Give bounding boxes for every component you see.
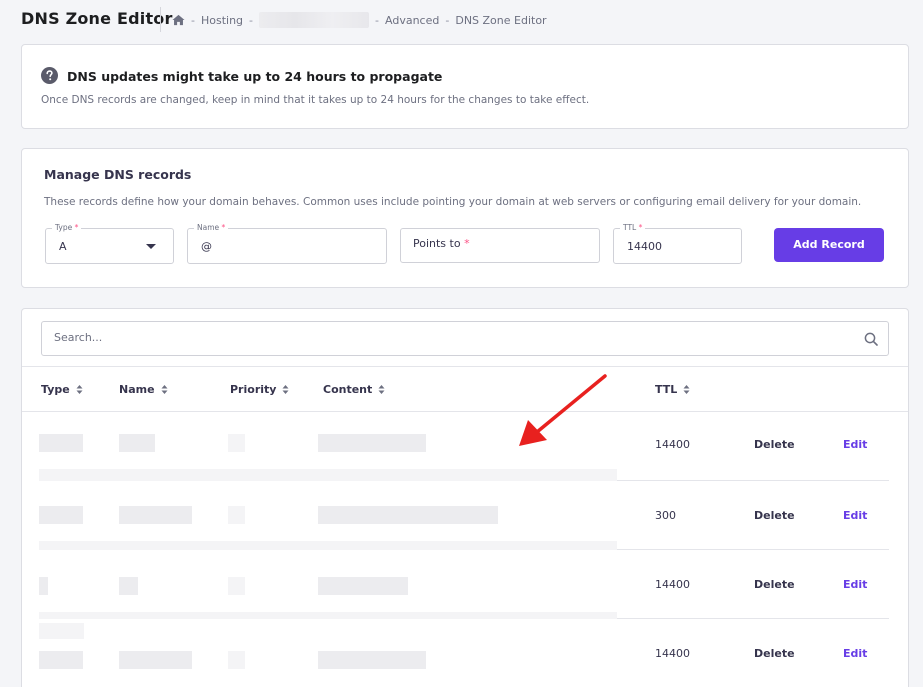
redacted-content-cell xyxy=(318,506,498,524)
redacted-row-extra xyxy=(39,469,617,481)
column-header-priority[interactable]: Priority xyxy=(230,383,289,396)
search-box[interactable] xyxy=(41,321,889,356)
column-header-type[interactable]: Type xyxy=(41,383,83,396)
notice-title: DNS updates might take up to 24 hours to… xyxy=(67,69,443,84)
breadcrumb-separator: - xyxy=(249,13,254,27)
column-header-ttl[interactable]: TTL xyxy=(655,383,690,396)
redacted-content-cell xyxy=(318,434,426,452)
edit-button[interactable]: Edit xyxy=(843,438,867,451)
redacted-name-cell xyxy=(119,577,138,595)
delete-button[interactable]: Delete xyxy=(754,438,795,451)
table-row: 14400 Delete Edit xyxy=(22,550,908,619)
redacted-content-cell xyxy=(318,577,408,595)
manage-title: Manage DNS records xyxy=(44,167,192,182)
redacted-row-extra xyxy=(39,541,617,550)
ttl-field[interactable]: TTL * 14400 xyxy=(613,223,742,264)
redacted-name-cell xyxy=(119,651,192,669)
type-label: Type * xyxy=(52,223,82,232)
redacted-row-extra xyxy=(39,612,617,619)
points-to-field[interactable]: Points to * xyxy=(400,228,600,263)
points-to-placeholder: Points to * xyxy=(413,237,470,250)
add-record-button[interactable]: Add Record xyxy=(774,228,884,262)
breadcrumb-separator: - xyxy=(191,13,195,27)
redacted-name-cell xyxy=(119,506,192,524)
notice-text: Once DNS records are changed, keep in mi… xyxy=(41,94,590,106)
breadcrumb-domain-redacted[interactable] xyxy=(259,12,370,28)
ttl-cell: 14400 xyxy=(655,647,690,660)
search-input[interactable] xyxy=(54,331,834,344)
name-value: @ xyxy=(201,240,212,253)
sort-icon xyxy=(683,385,690,394)
redacted-priority-cell xyxy=(228,506,245,524)
type-value: A xyxy=(59,240,67,253)
question-circle-icon xyxy=(41,67,58,84)
search-icon[interactable] xyxy=(864,332,878,346)
type-select[interactable]: Type * A xyxy=(45,223,174,264)
breadcrumb-dns-zone-editor: DNS Zone Editor xyxy=(455,13,547,27)
manage-dns-records-card: Manage DNS records These records define … xyxy=(21,148,909,288)
breadcrumb-hosting[interactable]: Hosting xyxy=(201,14,243,27)
redacted-type-cell xyxy=(39,434,83,452)
edit-button[interactable]: Edit xyxy=(843,647,867,660)
ttl-cell: 300 xyxy=(655,509,676,522)
page-title: DNS Zone Editor xyxy=(21,9,173,28)
home-icon[interactable] xyxy=(172,14,185,26)
breadcrumb: - Hosting - - Advanced - DNS Zone Editor xyxy=(172,12,547,28)
column-header-name[interactable]: Name xyxy=(119,383,168,396)
name-label: Name * xyxy=(194,223,229,232)
redacted-row-extra xyxy=(39,623,84,639)
breadcrumb-separator: - xyxy=(375,13,380,27)
redacted-type-cell xyxy=(39,651,83,669)
ttl-cell: 14400 xyxy=(655,578,690,591)
dns-records-table-card: Type Name Priority Content TTL 14400 Del… xyxy=(21,308,909,687)
topbar: DNS Zone Editor - Hosting - - Advanced -… xyxy=(0,0,923,38)
sort-icon xyxy=(282,385,289,394)
redacted-priority-cell xyxy=(228,651,245,669)
column-header-content[interactable]: Content xyxy=(323,383,385,396)
breadcrumb-advanced[interactable]: Advanced xyxy=(385,14,439,27)
sort-icon xyxy=(378,385,385,394)
delete-button[interactable]: Delete xyxy=(754,509,795,522)
sort-icon xyxy=(76,385,83,394)
table-row: 300 Delete Edit xyxy=(22,481,908,550)
redacted-name-cell xyxy=(119,434,155,452)
redacted-priority-cell xyxy=(228,434,245,452)
title-divider xyxy=(160,7,161,32)
redacted-content-cell xyxy=(318,651,426,669)
table-row: 14400 Delete Edit xyxy=(22,619,908,687)
name-field[interactable]: Name * @ xyxy=(187,223,387,264)
ttl-cell: 14400 xyxy=(655,438,690,451)
ttl-label: TTL * xyxy=(620,223,646,232)
divider xyxy=(22,366,908,367)
chevron-down-icon xyxy=(146,244,156,249)
breadcrumb-separator: - xyxy=(445,13,450,27)
table-row: 14400 Delete Edit xyxy=(22,412,908,481)
manage-description: These records define how your domain beh… xyxy=(44,196,862,208)
propagation-notice-card: DNS updates might take up to 24 hours to… xyxy=(21,44,909,129)
edit-button[interactable]: Edit xyxy=(843,578,867,591)
redacted-type-cell xyxy=(39,577,48,595)
redacted-priority-cell xyxy=(228,577,245,595)
redacted-type-cell xyxy=(39,506,83,524)
sort-icon xyxy=(161,385,168,394)
delete-button[interactable]: Delete xyxy=(754,647,795,660)
edit-button[interactable]: Edit xyxy=(843,509,867,522)
delete-button[interactable]: Delete xyxy=(754,578,795,591)
ttl-value: 14400 xyxy=(627,240,662,253)
